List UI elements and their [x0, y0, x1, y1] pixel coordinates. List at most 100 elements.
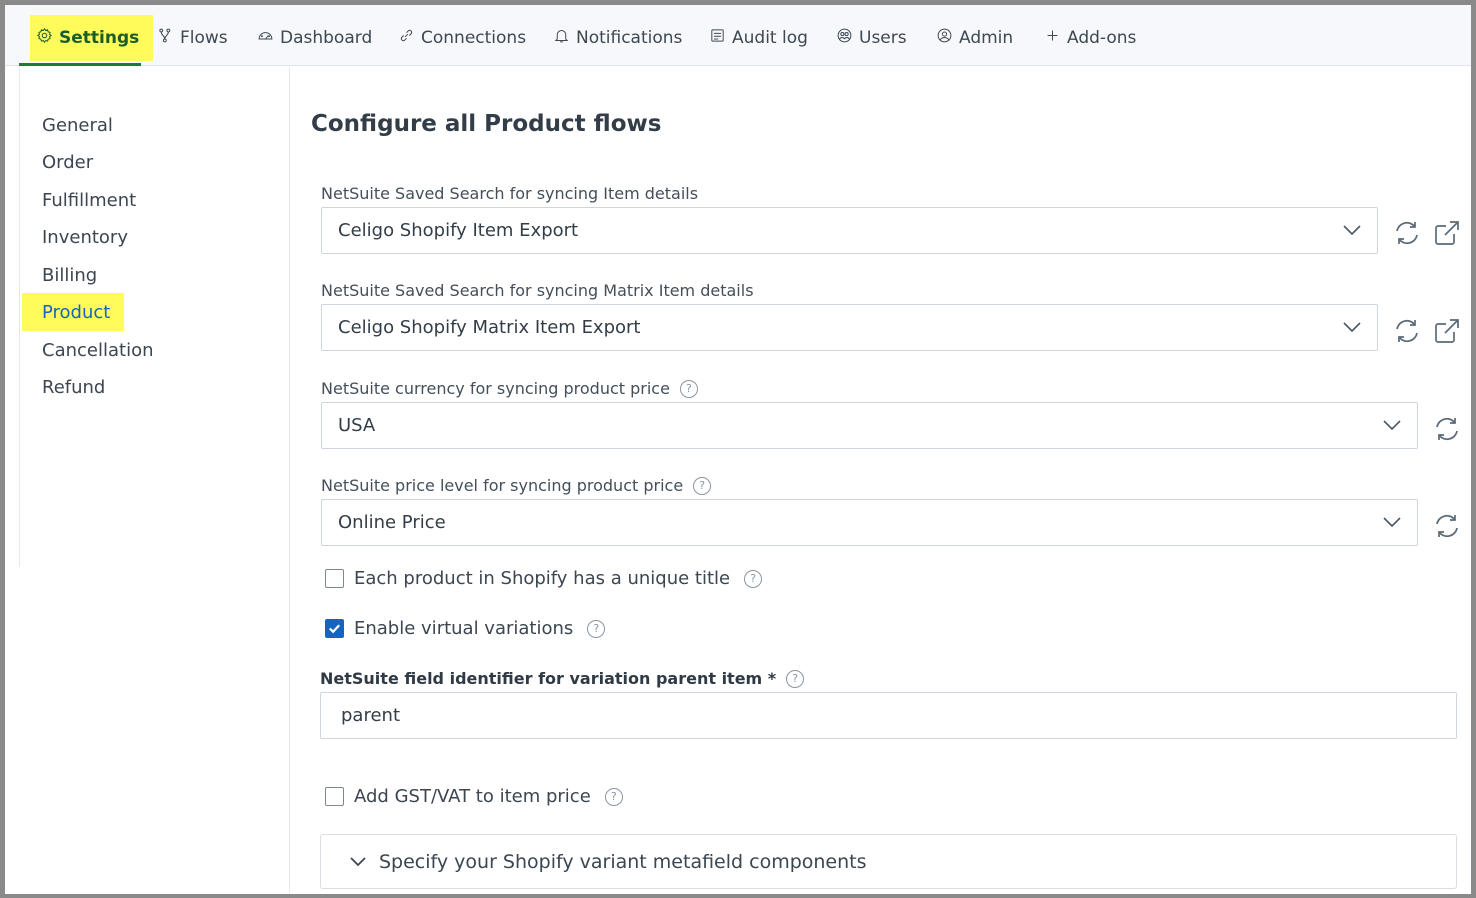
chevron-down-icon: [1383, 517, 1401, 528]
help-icon[interactable]: ?: [587, 619, 606, 638]
currency-value: USA: [338, 415, 376, 436]
settings-sidebar: General Order Fulfillment Inventory Bill…: [19, 67, 290, 567]
help-icon[interactable]: ?: [744, 569, 763, 588]
price-level-label: NetSuite price level for syncing product…: [321, 476, 712, 495]
help-icon[interactable]: ?: [604, 787, 623, 806]
help-icon[interactable]: ?: [786, 669, 805, 688]
open-item-search-button[interactable]: [1432, 218, 1462, 248]
external-link-icon: [1435, 221, 1459, 245]
price-level-select[interactable]: Online Price: [321, 499, 1418, 546]
sidebar-item-label: Refund: [42, 376, 106, 398]
sidebar-item-label: Product: [42, 301, 111, 323]
external-link-icon: [1435, 319, 1459, 343]
parent-field-label: NetSuite field identifier for variation …: [320, 669, 805, 688]
tab-label: Audit log: [732, 28, 808, 48]
chevron-down-icon: [1343, 322, 1361, 333]
parent-field-value: parent: [341, 705, 401, 726]
app-window: Settings Flows Dashboard Connections Not…: [0, 0, 1476, 898]
item-search-select[interactable]: Celigo Shopify Item Export: [321, 207, 1378, 254]
accordion-label: Specify your Shopify variant metafield c…: [379, 850, 867, 873]
sidebar-item-general[interactable]: General: [22, 106, 127, 144]
refresh-icon: [1436, 514, 1458, 538]
tab-label: Users: [859, 28, 907, 48]
dashboard-icon: [257, 27, 274, 49]
refresh-icon: [1396, 319, 1418, 343]
parent-field-input[interactable]: parent: [320, 692, 1457, 739]
virtual-variations-row: Enable virtual variations ?: [325, 618, 606, 639]
gst-vat-label: Add GST/VAT to item price: [354, 786, 591, 807]
item-search-label: NetSuite Saved Search for syncing Item d…: [321, 184, 698, 203]
tab-connections[interactable]: Connections: [398, 15, 526, 61]
audit-icon: [709, 27, 726, 49]
page-title: Configure all Product flows: [311, 111, 662, 137]
chevron-down-icon: [350, 856, 366, 866]
sidebar-divider: [19, 560, 290, 894]
tab-label: Dashboard: [280, 28, 373, 48]
currency-label: NetSuite currency for syncing product pr…: [321, 379, 698, 398]
matrix-search-label-text: NetSuite Saved Search for syncing Matrix…: [321, 281, 754, 300]
top-navigation: Settings Flows Dashboard Connections Not…: [5, 5, 1471, 66]
sidebar-item-billing[interactable]: Billing: [22, 256, 111, 294]
tab-flows[interactable]: Flows: [157, 15, 228, 61]
link-icon: [398, 27, 415, 49]
metafield-components-accordion[interactable]: Specify your Shopify variant metafield c…: [320, 834, 1457, 889]
sidebar-item-order[interactable]: Order: [22, 143, 107, 181]
sidebar-item-label: Fulfillment: [42, 189, 137, 211]
sidebar-item-inventory[interactable]: Inventory: [22, 218, 142, 256]
tab-label: Settings: [59, 28, 140, 48]
help-icon[interactable]: ?: [679, 379, 698, 398]
tab-notifications[interactable]: Notifications: [553, 15, 682, 61]
sidebar-item-label: General: [42, 114, 113, 136]
virtual-variations-checkbox[interactable]: [325, 619, 344, 638]
users-icon: [836, 27, 853, 49]
help-icon[interactable]: ?: [693, 476, 712, 495]
checkmark-icon: [329, 624, 341, 634]
sidebar-item-refund[interactable]: Refund: [22, 368, 119, 406]
bell-icon: [553, 27, 570, 49]
refresh-icon: [1436, 417, 1458, 441]
tab-label: Add-ons: [1067, 28, 1137, 48]
tab-dashboard[interactable]: Dashboard: [257, 15, 372, 61]
chevron-down-icon: [1383, 420, 1401, 431]
plus-icon: [1044, 27, 1061, 49]
tab-label: Notifications: [576, 28, 683, 48]
parent-field-label-text: NetSuite field identifier for variation …: [320, 669, 777, 688]
sidebar-item-label: Order: [42, 151, 94, 173]
gst-vat-row: Add GST/VAT to item price ?: [325, 786, 623, 807]
sidebar-item-fulfillment[interactable]: Fulfillment: [22, 181, 150, 219]
currency-label-text: NetSuite currency for syncing product pr…: [321, 379, 670, 398]
unique-title-label: Each product in Shopify has a unique tit…: [354, 568, 731, 589]
matrix-search-label: NetSuite Saved Search for syncing Matrix…: [321, 281, 754, 300]
flow-icon: [157, 27, 174, 49]
refresh-matrix-search-button[interactable]: [1392, 316, 1422, 346]
tab-label: Flows: [180, 28, 228, 48]
tab-settings[interactable]: Settings: [30, 15, 154, 61]
item-search-value: Celigo Shopify Item Export: [338, 220, 579, 241]
sidebar-item-cancellation[interactable]: Cancellation: [22, 331, 168, 369]
unique-title-checkbox[interactable]: [325, 569, 344, 588]
tab-audit-log[interactable]: Audit log: [709, 15, 808, 61]
tab-users[interactable]: Users: [836, 15, 907, 61]
refresh-icon: [1396, 221, 1418, 245]
price-level-label-text: NetSuite price level for syncing product…: [321, 476, 684, 495]
refresh-price-level-button[interactable]: [1432, 511, 1462, 541]
tab-label: Connections: [421, 28, 527, 48]
refresh-item-search-button[interactable]: [1392, 218, 1422, 248]
gst-vat-checkbox[interactable]: [325, 787, 344, 806]
matrix-search-value: Celigo Shopify Matrix Item Export: [338, 317, 641, 338]
sidebar-item-product[interactable]: Product: [22, 293, 125, 331]
currency-select[interactable]: USA: [321, 402, 1418, 449]
matrix-search-select[interactable]: Celigo Shopify Matrix Item Export: [321, 304, 1378, 351]
virtual-variations-label: Enable virtual variations: [354, 618, 574, 639]
chevron-down-icon: [1343, 225, 1361, 236]
admin-icon: [936, 27, 953, 49]
tab-admin[interactable]: Admin: [936, 15, 1013, 61]
price-level-value: Online Price: [338, 512, 446, 533]
sidebar-item-label: Inventory: [42, 226, 128, 248]
tab-label: Admin: [959, 28, 1014, 48]
main-content: Configure all Product flows NetSuite Sav…: [305, 67, 1471, 894]
tab-add-ons[interactable]: Add-ons: [1044, 15, 1136, 61]
refresh-currency-button[interactable]: [1432, 414, 1462, 444]
open-matrix-search-button[interactable]: [1432, 316, 1462, 346]
sidebar-item-label: Billing: [42, 264, 98, 286]
